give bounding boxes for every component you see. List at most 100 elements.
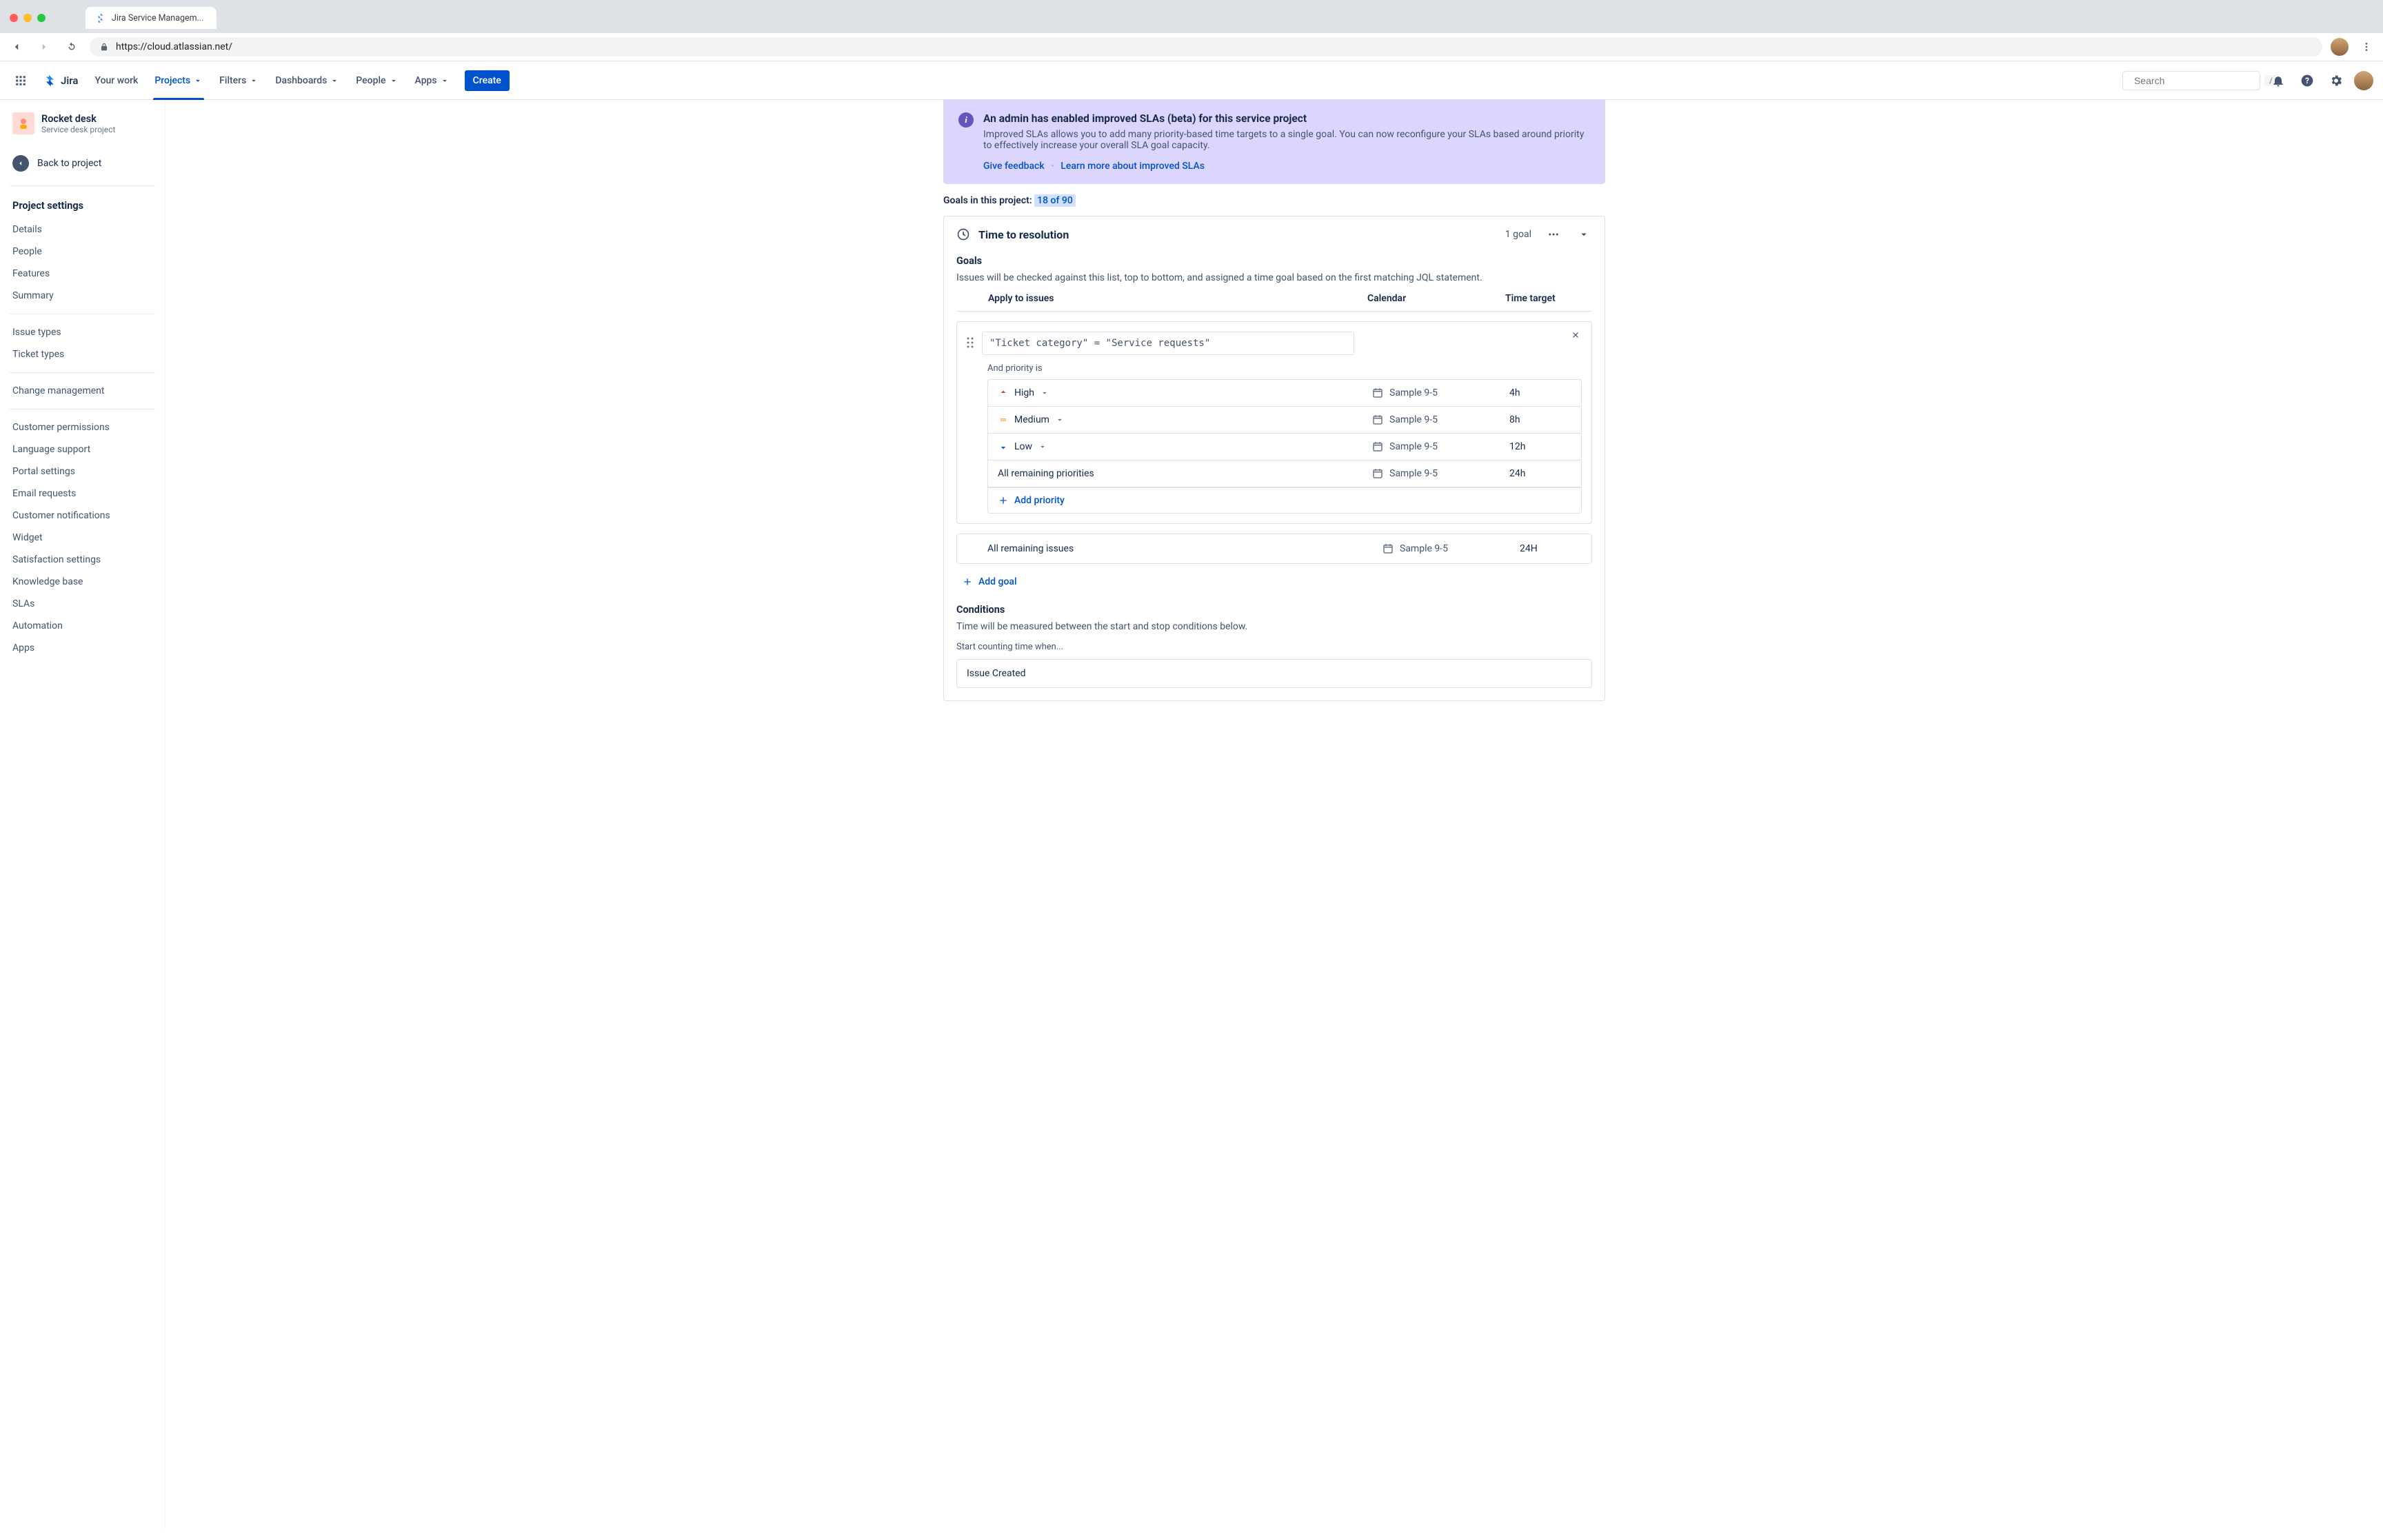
- window-max-icon[interactable]: [37, 14, 46, 22]
- jira-favicon-icon: [95, 12, 106, 23]
- settings-icon[interactable]: [2325, 70, 2347, 92]
- time-target[interactable]: 24h: [1509, 468, 1571, 479]
- priority-rows: High Sample 9-5 4h: [987, 379, 1582, 514]
- plus-icon: [962, 576, 973, 587]
- calendar-select[interactable]: Sample 9-5: [1382, 543, 1520, 555]
- user-avatar[interactable]: [2354, 71, 2373, 90]
- nav-dashboards[interactable]: Dashboards: [268, 61, 346, 100]
- nav-apps[interactable]: Apps: [408, 61, 456, 100]
- priority-select[interactable]: Medium: [998, 414, 1371, 425]
- time-target[interactable]: 12h: [1509, 441, 1571, 452]
- priority-select[interactable]: High: [998, 387, 1371, 398]
- sidebar-item[interactable]: Knowledge base: [7, 571, 158, 593]
- add-priority-button[interactable]: Add priority: [988, 487, 1581, 513]
- priority-label: And priority is: [987, 363, 1582, 374]
- start-condition-label: Start counting time when...: [956, 642, 1592, 652]
- jira-logo-icon: [41, 73, 57, 88]
- nav-projects[interactable]: Projects: [148, 61, 210, 100]
- browser-profile-avatar[interactable]: [2331, 38, 2349, 56]
- calendar-select[interactable]: Sample 9-5: [1371, 387, 1509, 399]
- goals-heading: Goals: [956, 255, 1592, 267]
- more-actions-icon[interactable]: [1545, 226, 1562, 243]
- create-button[interactable]: Create: [465, 70, 510, 91]
- remove-goal-icon[interactable]: [1571, 330, 1583, 340]
- sidebar-item[interactable]: Change management: [7, 380, 158, 402]
- calendar-icon: [1371, 387, 1384, 399]
- back-to-project-button[interactable]: Back to project: [7, 148, 158, 179]
- priority-low-icon: [998, 441, 1009, 452]
- top-nav: Jira Your work Projects Filters Dashboar…: [0, 61, 2383, 100]
- sidebar-item[interactable]: Apps: [7, 637, 158, 659]
- goal-count: 1 goal: [1505, 229, 1531, 240]
- col-calendar-label: Calendar: [1367, 293, 1505, 304]
- sidebar-item[interactable]: Details: [7, 219, 158, 241]
- sidebar-item[interactable]: Widget: [7, 527, 158, 549]
- priority-high-icon: [998, 387, 1009, 398]
- time-target[interactable]: 8h: [1509, 414, 1571, 425]
- reload-icon[interactable]: [62, 37, 81, 57]
- svg-text:?: ?: [2305, 76, 2309, 85]
- goals-count-value: 18 of 90: [1034, 194, 1076, 207]
- sidebar-item[interactable]: Customer notifications: [7, 505, 158, 527]
- banner-title: An admin has enabled improved SLAs (beta…: [983, 112, 1590, 125]
- jira-logo[interactable]: Jira: [34, 73, 85, 88]
- project-header: Rocket desk Service desk project: [7, 112, 158, 144]
- browser-tab[interactable]: Jira Service Managem...: [86, 7, 217, 29]
- sidebar-item[interactable]: Portal settings: [7, 460, 158, 483]
- search-input[interactable]: /: [2122, 71, 2260, 90]
- browser-menu-icon[interactable]: [2357, 41, 2376, 52]
- clock-icon: [956, 227, 970, 241]
- priority-row: All remaining priorities Sample 9-5 24h: [988, 460, 1581, 487]
- sidebar-item[interactable]: Issue types: [7, 321, 158, 343]
- conditions-description: Time will be measured between the start …: [956, 621, 1592, 632]
- sidebar-item[interactable]: Satisfaction settings: [7, 549, 158, 571]
- priority-row: Low Sample 9-5 12h: [988, 434, 1581, 460]
- calendar-select[interactable]: Sample 9-5: [1371, 440, 1509, 453]
- address-bar[interactable]: https://cloud.atlassian.net/: [90, 37, 2322, 57]
- sidebar-item[interactable]: People: [7, 241, 158, 263]
- time-target[interactable]: 4h: [1509, 387, 1571, 398]
- drag-handle-icon[interactable]: [967, 332, 974, 348]
- url-text: https://cloud.atlassian.net/: [116, 41, 232, 52]
- sidebar-item[interactable]: Customer permissions: [7, 416, 158, 438]
- goal-rule: "Ticket category" = "Service requests" A…: [956, 321, 1592, 524]
- calendar-icon: [1371, 467, 1384, 480]
- add-goal-button[interactable]: Add goal: [956, 574, 1592, 590]
- goals-columns-header: Apply to issues Calendar Time target: [956, 293, 1592, 312]
- remaining-issues-label: All remaining issues: [987, 543, 1382, 554]
- window-close-icon[interactable]: [10, 14, 18, 22]
- calendar-select[interactable]: Sample 9-5: [1371, 414, 1509, 426]
- back-icon[interactable]: [7, 37, 26, 57]
- time-target[interactable]: 24H: [1520, 543, 1582, 554]
- goals-description: Issues will be checked against this list…: [956, 272, 1592, 283]
- sidebar-item[interactable]: Automation: [7, 615, 158, 637]
- nav-filters[interactable]: Filters: [212, 61, 265, 100]
- nav-people[interactable]: People: [349, 61, 405, 100]
- chevron-down-icon: [440, 76, 450, 85]
- chevron-down-icon: [249, 76, 259, 85]
- priority-select[interactable]: Low: [998, 441, 1371, 452]
- goals-count: Goals in this project: 18 of 90: [943, 195, 1605, 206]
- give-feedback-link[interactable]: Give feedback: [983, 161, 1045, 172]
- jql-input[interactable]: "Ticket category" = "Service requests": [982, 332, 1354, 355]
- app-switcher-icon[interactable]: [10, 70, 32, 92]
- plus-icon: [998, 495, 1009, 506]
- sidebar-item[interactable]: Features: [7, 263, 158, 285]
- learn-more-link[interactable]: Learn more about improved SLAs: [1060, 161, 1205, 172]
- collapse-icon[interactable]: [1576, 226, 1592, 243]
- start-condition-value[interactable]: Issue Created: [956, 659, 1592, 688]
- sidebar-item[interactable]: Summary: [7, 285, 158, 307]
- sidebar-item[interactable]: Language support: [7, 438, 158, 460]
- browser-chrome: Jira Service Managem... https://cloud.at…: [0, 0, 2383, 61]
- sidebar-item[interactable]: Ticket types: [7, 343, 158, 365]
- help-icon[interactable]: ?: [2296, 70, 2318, 92]
- chevron-down-icon: [1038, 442, 1047, 452]
- window-min-icon[interactable]: [23, 14, 32, 22]
- calendar-select[interactable]: Sample 9-5: [1371, 467, 1509, 480]
- sidebar-item[interactable]: Email requests: [7, 483, 158, 505]
- notifications-icon[interactable]: [2267, 70, 2289, 92]
- nav-your-work[interactable]: Your work: [88, 61, 145, 100]
- sidebar-item[interactable]: SLAs: [7, 593, 158, 615]
- calendar-icon: [1371, 440, 1384, 453]
- calendar-icon: [1371, 414, 1384, 426]
